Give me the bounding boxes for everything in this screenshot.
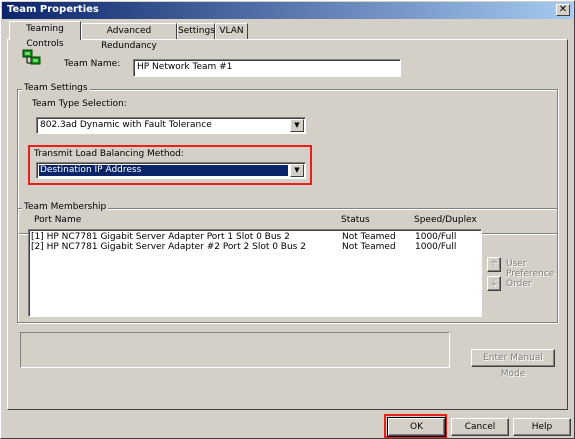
- port-status: Not Teamed: [342, 242, 396, 252]
- team-properties-window: Team Properties ✕ Teaming Controls Advan…: [0, 0, 575, 439]
- tab-advanced-redundancy[interactable]: Advanced Redundancy: [81, 23, 177, 51]
- arrow-up-icon: 🡡: [490, 259, 498, 269]
- user-preference-label-line2: Preference: [506, 269, 555, 279]
- arrow-down-icon: 🡣: [490, 278, 498, 288]
- move-down-button[interactable]: 🡣: [487, 276, 501, 291]
- ok-button[interactable]: OK: [387, 417, 446, 437]
- port-name: [2] HP NC7781 Gigabit Server Adapter #2 …: [31, 242, 306, 252]
- help-button[interactable]: Help: [513, 418, 571, 436]
- load-balancing-dropdown[interactable]: Destination IP Address ▼: [36, 162, 306, 179]
- tab-vlan[interactable]: VLAN: [215, 23, 248, 39]
- load-balancing-value: Destination IP Address: [38, 164, 289, 177]
- chevron-down-icon[interactable]: ▼: [290, 119, 304, 132]
- port-speed: 1000/Full: [415, 242, 457, 252]
- enter-manual-mode-button[interactable]: Enter Manual Mode: [471, 349, 555, 379]
- team-type-label: Team Type Selection:: [32, 99, 127, 109]
- column-header-speed-duplex: Speed/Duplex: [414, 215, 477, 225]
- status-message-area: [20, 332, 450, 368]
- column-header-status: Status: [341, 215, 370, 225]
- close-button[interactable]: ✕: [556, 4, 570, 16]
- team-name-input[interactable]: HP Network Team #1: [133, 59, 401, 77]
- team-type-value: 802.3ad Dynamic with Fault Tolerance: [40, 120, 212, 130]
- team-settings-group-label: Team Settings: [22, 83, 90, 93]
- title-bar[interactable]: Team Properties ✕: [2, 2, 573, 19]
- user-preference-label-line3: Order: [506, 279, 532, 289]
- column-header-port-name: Port Name: [34, 215, 82, 225]
- team-type-dropdown[interactable]: 802.3ad Dynamic with Fault Tolerance ▼: [36, 117, 306, 134]
- tab-settings[interactable]: Settings: [177, 23, 215, 39]
- team-membership-list[interactable]: [1] HP NC7781 Gigabit Server Adapter Por…: [28, 229, 482, 317]
- teaming-controls-panel: Team Name: HP Network Team #1 Team Setti…: [7, 39, 568, 410]
- team-membership-group-label: Team Membership: [22, 202, 109, 212]
- list-item[interactable]: [2] HP NC7781 Gigabit Server Adapter #2 …: [31, 242, 479, 253]
- user-preference-label-line1: User: [506, 259, 527, 269]
- load-balancing-label: Transmit Load Balancing Method:: [34, 149, 184, 159]
- cancel-button[interactable]: Cancel: [451, 418, 509, 436]
- move-up-button[interactable]: 🡡: [487, 257, 501, 272]
- window-title: Team Properties: [7, 4, 99, 15]
- team-name-label: Team Name:: [64, 59, 121, 69]
- tab-teaming-controls[interactable]: Teaming Controls: [9, 21, 81, 49]
- chevron-down-icon[interactable]: ▼: [290, 164, 304, 177]
